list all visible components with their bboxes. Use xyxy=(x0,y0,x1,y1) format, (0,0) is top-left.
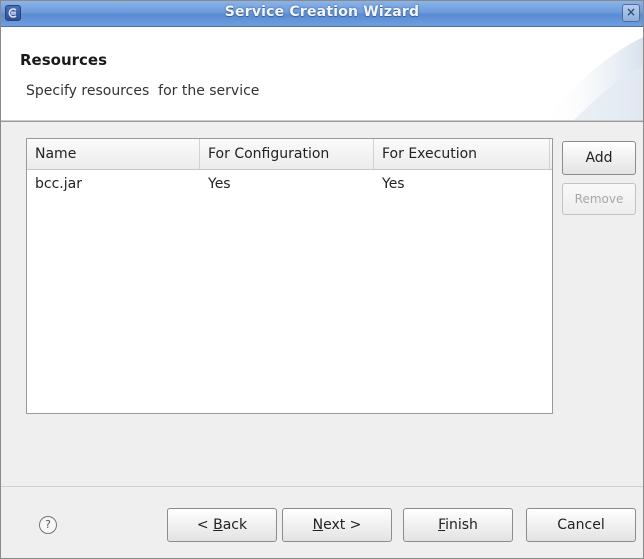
back-label-rest: ack xyxy=(222,517,248,533)
cancel-button[interactable]: Cancel xyxy=(526,508,636,542)
window-title: Service Creation Wizard xyxy=(224,4,420,20)
next-button[interactable]: Next > xyxy=(282,508,392,542)
remove-button[interactable]: Remove xyxy=(562,183,636,215)
finish-button[interactable]: Finish xyxy=(403,508,513,542)
resources-table[interactable]: Name For Configuration For Execution bcc… xyxy=(26,138,553,414)
next-label-mnemonic: N xyxy=(312,517,324,533)
table-row[interactable]: bcc.jar Yes Yes xyxy=(27,170,552,198)
back-label-prefix: < xyxy=(196,517,214,533)
finish-label-rest: inish xyxy=(445,517,478,533)
header-decoration xyxy=(543,37,643,121)
column-header-for-execution[interactable]: For Execution xyxy=(374,139,550,169)
page-description: Specify resources for the service xyxy=(26,83,260,99)
table-header: Name For Configuration For Execution xyxy=(27,139,552,170)
wizard-header-banner: Resources Specify resources for the serv… xyxy=(1,27,643,122)
add-button[interactable]: Add xyxy=(562,141,636,175)
close-icon[interactable]: × xyxy=(622,4,640,22)
cell-for-configuration: Yes xyxy=(208,176,231,192)
wizard-window: Service Creation Wizard × Resources Spec… xyxy=(0,0,644,559)
back-label-mnemonic: B xyxy=(213,517,223,533)
page-title: Resources xyxy=(20,51,108,69)
column-header-name[interactable]: Name xyxy=(27,139,200,169)
help-icon[interactable]: ? xyxy=(39,516,57,534)
column-header-for-configuration[interactable]: For Configuration xyxy=(200,139,374,169)
next-label-rest: ext > xyxy=(323,517,362,533)
footer-divider xyxy=(1,486,643,487)
header-divider xyxy=(1,120,643,121)
back-button[interactable]: < Back xyxy=(167,508,277,542)
title-bar[interactable]: Service Creation Wizard × xyxy=(1,1,643,27)
cell-for-execution: Yes xyxy=(382,176,405,192)
cell-name: bcc.jar xyxy=(35,176,82,192)
